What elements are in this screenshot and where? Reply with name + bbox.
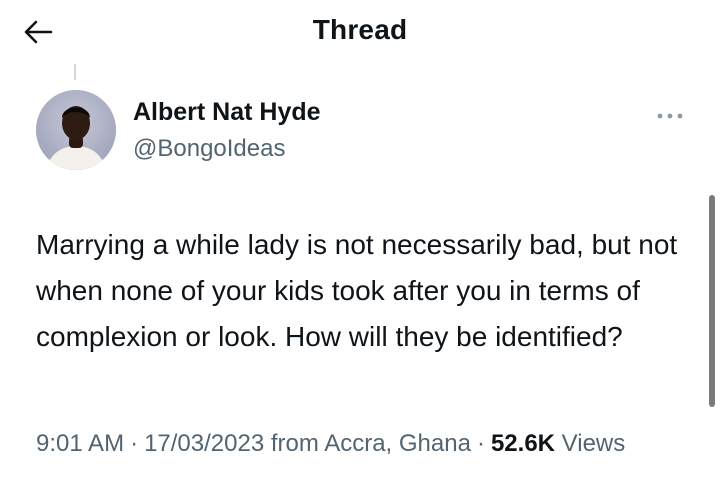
views-label[interactable]: Views: [562, 430, 626, 457]
more-horizontal-icon: [657, 113, 683, 119]
thread-connector-line: [74, 64, 76, 80]
scrollbar[interactable]: [709, 195, 715, 407]
page-title: Thread: [312, 14, 408, 45]
tweet-text: Marrying a while lady is not necessarily…: [36, 229, 678, 352]
meta-separator: ·: [130, 430, 139, 457]
author-handle[interactable]: @BongoIdeas: [133, 135, 285, 163]
more-options-button[interactable]: [650, 104, 690, 128]
views-count[interactable]: 52.6K: [491, 430, 555, 457]
tweet-location: from Accra, Ghana: [270, 430, 471, 457]
avatar[interactable]: [36, 90, 116, 170]
thread-header: Thread: [0, 0, 720, 64]
avatar-image: [36, 90, 116, 170]
meta-separator: ·: [476, 430, 485, 457]
author-name[interactable]: Albert Nat Hyde: [133, 98, 321, 127]
tweet-meta: 9:01 AM · 17/03/2023 from Accra, Ghana · 52.…: [36, 430, 625, 458]
tweet-time[interactable]: 9:01 AM: [36, 430, 124, 457]
tweet-date[interactable]: 17/03/2023: [144, 430, 264, 457]
